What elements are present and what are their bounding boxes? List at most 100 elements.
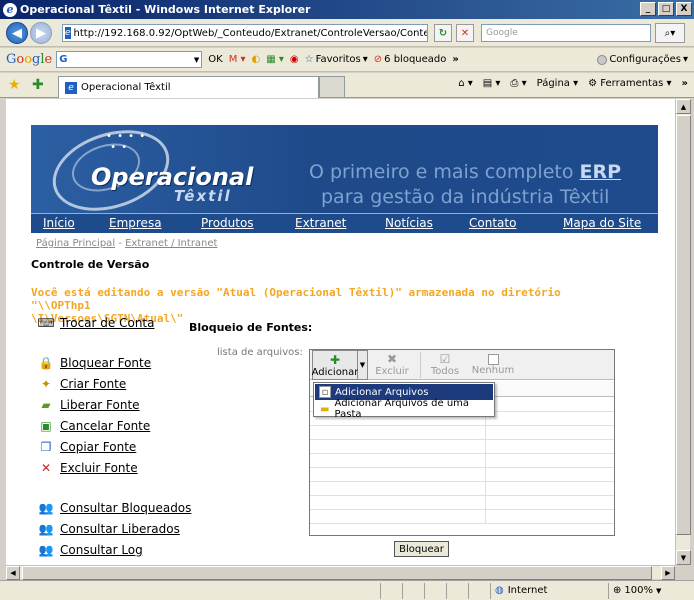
new-tab-button[interactable] xyxy=(319,76,345,98)
sidebar-item-cancelar-fonte[interactable]: ▣ Cancelar Fonte xyxy=(38,418,150,434)
vertical-scrollbar[interactable]: ▲ ▼ xyxy=(675,99,691,565)
close-button[interactable]: X xyxy=(676,2,692,16)
sidebar-item-label[interactable]: Liberar Fonte xyxy=(60,398,140,412)
stop-icon[interactable]: ✕ xyxy=(456,24,474,42)
refresh-icon[interactable]: ↻ xyxy=(434,24,452,42)
sidebar-item-label[interactable]: Cancelar Fonte xyxy=(60,419,150,433)
page-menu[interactable]: Página ▾ xyxy=(537,78,579,89)
globe-icon: ◍ xyxy=(495,585,504,596)
favorites-button[interactable]: ☆ Favoritos ▾ xyxy=(305,54,368,65)
search-button[interactable]: ⌕ ▾ xyxy=(655,23,685,43)
menu-item-add-folder[interactable]: ▬ Adicionar Arquivos de uma Pasta xyxy=(315,398,493,420)
select-none-button[interactable]: Nenhum xyxy=(469,350,517,380)
add-dropdown-button[interactable]: ▼ xyxy=(358,350,368,380)
nav-mapa-site[interactable]: Mapa do Site xyxy=(563,216,641,230)
keyboard-icon: ⌨ xyxy=(37,316,55,330)
zoom-control[interactable]: ⊕ 100% ▼ xyxy=(608,582,688,599)
sidebar-item-trocar-conta[interactable]: ⌨ Trocar de Conta xyxy=(37,315,154,331)
tools-menu[interactable]: ⚙ Ferramentas ▾ xyxy=(588,78,671,89)
more-chevron-icon[interactable]: » xyxy=(682,78,688,89)
nav-inicio[interactable]: Início xyxy=(43,216,75,230)
scroll-up-icon[interactable]: ▲ xyxy=(676,99,691,114)
page-menu-label: Página xyxy=(536,78,570,89)
feeds-icon[interactable]: ▤ ▾ xyxy=(483,78,501,89)
sidebar-item-label[interactable]: Excluir Fonte xyxy=(60,461,138,475)
sidebar-item-label[interactable]: Consultar Log xyxy=(60,543,143,557)
slogan-erp: ERP xyxy=(579,161,622,183)
more-chevron-icon[interactable]: » xyxy=(452,54,458,65)
nav-produtos[interactable]: Produtos xyxy=(201,216,254,230)
zoom-level: 100% xyxy=(624,585,653,596)
sidebar-item-consultar-liberados[interactable]: 👥 Consultar Liberados xyxy=(38,521,180,537)
settings-button[interactable]: Configurações ▾ xyxy=(597,54,688,65)
gmail-icon[interactable]: M ▾ xyxy=(229,54,246,65)
google-search-input[interactable]: G ▼ xyxy=(56,51,203,68)
google-logo: Google xyxy=(6,52,53,67)
google-ok-label: OK xyxy=(208,54,223,65)
nav-extranet[interactable]: Extranet xyxy=(295,216,346,230)
delete-button[interactable]: ✖ Excluir xyxy=(368,350,416,380)
popup-blocked-button[interactable]: ⊘ 6 bloqueado xyxy=(374,54,447,65)
add-dropdown-menu: ▫ Adicionar Arquivos ▬ Adicionar Arquivo… xyxy=(313,382,495,420)
chevron-down-icon[interactable]: ▼ xyxy=(194,56,201,64)
lock-button[interactable]: Bloquear xyxy=(394,541,449,557)
scroll-down-icon[interactable]: ▼ xyxy=(676,550,691,565)
sidebar-item-label[interactable]: Consultar Bloqueados xyxy=(60,501,191,515)
add-button[interactable]: ✚ Adicionar xyxy=(312,350,358,380)
sidebar-item-label[interactable]: Copiar Fonte xyxy=(60,440,136,454)
tab-bar: ★ ✚ e Operacional Têxtil ⌂ ▾ ▤ ▾ ⎙ ▾ Pág… xyxy=(0,73,694,98)
tab-operacional[interactable]: e Operacional Têxtil xyxy=(58,76,319,98)
bookmarks-icon[interactable]: ▦ ▾ xyxy=(266,54,284,65)
scroll-right-icon[interactable]: ▶ xyxy=(661,566,675,580)
google-ok-button[interactable]: OK xyxy=(208,54,222,65)
table-row[interactable] xyxy=(310,440,614,454)
add-favorites-icon[interactable]: ✚ xyxy=(32,77,44,93)
address-input[interactable]: e http://192.168.0.92/OptWeb/_Conteudo/E… xyxy=(62,24,428,42)
print-icon[interactable]: ⎙ ▾ xyxy=(510,78,526,89)
search-icon: ⌕ xyxy=(664,27,671,39)
ie-logo-icon: e xyxy=(3,2,17,17)
maximize-button[interactable]: □ xyxy=(658,2,674,16)
sidebar-item-label[interactable]: Consultar Liberados xyxy=(60,522,180,536)
sidebar-item-consultar-bloqueados[interactable]: 👥 Consultar Bloqueados xyxy=(38,500,192,516)
nav-empresa[interactable]: Empresa xyxy=(109,216,162,230)
table-row[interactable] xyxy=(310,468,614,482)
sidebar-item-label[interactable]: Bloquear Fonte xyxy=(60,356,151,370)
scroll-left-icon[interactable]: ◀ xyxy=(6,566,20,580)
spell-icon[interactable]: ◉ xyxy=(290,54,299,65)
checked-box-icon: ☑ xyxy=(439,352,451,366)
sidebar-item-bloquear-fonte[interactable]: 🔒 Bloquear Fonte xyxy=(38,355,152,371)
sidebar-item-liberar-fonte[interactable]: ▰ Liberar Fonte xyxy=(38,397,140,413)
sidebar-item-label[interactable]: Criar Fonte xyxy=(60,377,126,391)
breadcrumb-current[interactable]: Extranet / Intranet xyxy=(125,238,217,249)
table-row[interactable] xyxy=(310,496,614,510)
table-row[interactable] xyxy=(310,454,614,468)
table-row[interactable] xyxy=(310,482,614,496)
pagerank-icon[interactable]: ◐ xyxy=(252,54,261,65)
file-list-grid[interactable]: ✚ Adicionar ▼ ✖ Excluir ☑ Todos Nenhum xyxy=(309,349,615,536)
sidebar-item-consultar-log[interactable]: 👥 Consultar Log xyxy=(38,542,143,558)
nav-contato[interactable]: Contato xyxy=(469,216,516,230)
favorites-star-icon[interactable]: ★ xyxy=(8,77,21,93)
horizontal-scroll-thumb[interactable] xyxy=(22,566,652,580)
minimize-button[interactable]: _ xyxy=(640,2,656,16)
breadcrumb-home[interactable]: Página Principal xyxy=(36,238,115,249)
select-all-button[interactable]: ☑ Todos xyxy=(421,350,469,380)
sidebar-item-excluir-fonte[interactable]: ✕ Excluir Fonte xyxy=(38,460,138,476)
nav-noticias[interactable]: Notícias xyxy=(385,216,433,230)
forward-button[interactable]: ▶ xyxy=(30,22,52,44)
page-viewport: • • • • • • Operacional Têxtil O primeir… xyxy=(6,99,675,565)
vertical-scroll-thumb[interactable] xyxy=(676,115,691,535)
sidebar-item-criar-fonte[interactable]: ✦ Criar Fonte xyxy=(38,376,126,392)
file-list-label: lista de arquivos: xyxy=(217,347,303,358)
table-row[interactable] xyxy=(310,426,614,440)
home-icon[interactable]: ⌂ ▾ xyxy=(458,78,473,89)
horizontal-scrollbar[interactable]: ◀ ▶ xyxy=(6,565,675,580)
sidebar-item-copiar-fonte[interactable]: ❐ Copiar Fonte xyxy=(38,439,137,455)
search-input[interactable]: Google xyxy=(481,24,651,42)
file-list-toolbar: ✚ Adicionar ▼ ✖ Excluir ☑ Todos Nenhum xyxy=(310,350,614,380)
sidebar-item-label[interactable]: Trocar de Conta xyxy=(60,316,154,330)
back-button[interactable]: ◀ xyxy=(6,22,28,44)
window-title: Operacional Têxtil - Windows Internet Ex… xyxy=(20,3,311,16)
table-row[interactable] xyxy=(310,510,614,524)
